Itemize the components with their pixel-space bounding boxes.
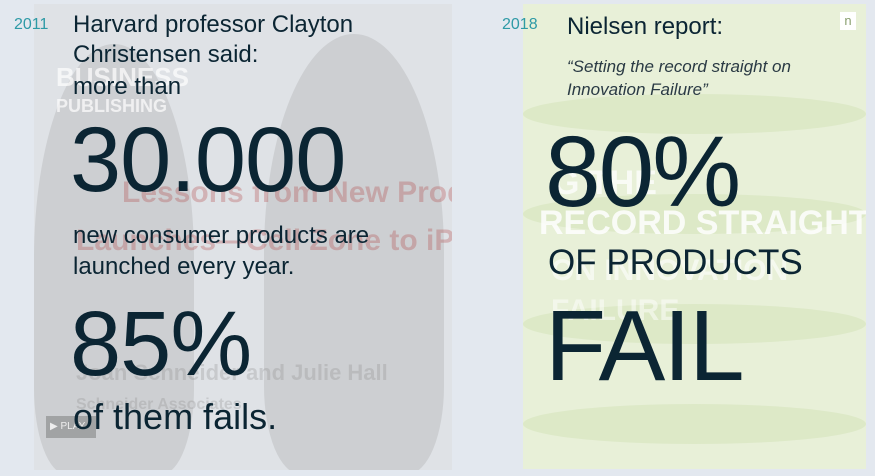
intro-line-2: Christensen said: xyxy=(73,41,259,68)
wave-texture xyxy=(523,404,866,444)
description-line-2: launched every year. xyxy=(73,253,295,280)
quote-line-1: “Setting the record straight on xyxy=(567,57,791,76)
year-label-left: 2011 xyxy=(14,16,49,33)
quote-line-2: Innovation Failure” xyxy=(567,80,708,99)
products-text: OF PRODUCTS xyxy=(548,243,803,282)
year-label-right: 2018 xyxy=(502,16,538,33)
nielsen-logo-icon: n xyxy=(840,12,856,30)
fail-text: FAIL xyxy=(545,290,745,402)
fails-text: of them fails. xyxy=(73,396,278,437)
percent-80: 80% xyxy=(545,116,741,228)
description-line-1: new consumer products are xyxy=(73,222,370,249)
percent-85: 85% xyxy=(70,293,252,395)
big-number-30000: 30.000 xyxy=(70,109,346,211)
intro-line-3: more than xyxy=(73,73,182,100)
intro-line-1: Harvard professor Clayton xyxy=(73,11,354,38)
report-title: Nielsen report: xyxy=(567,13,724,40)
